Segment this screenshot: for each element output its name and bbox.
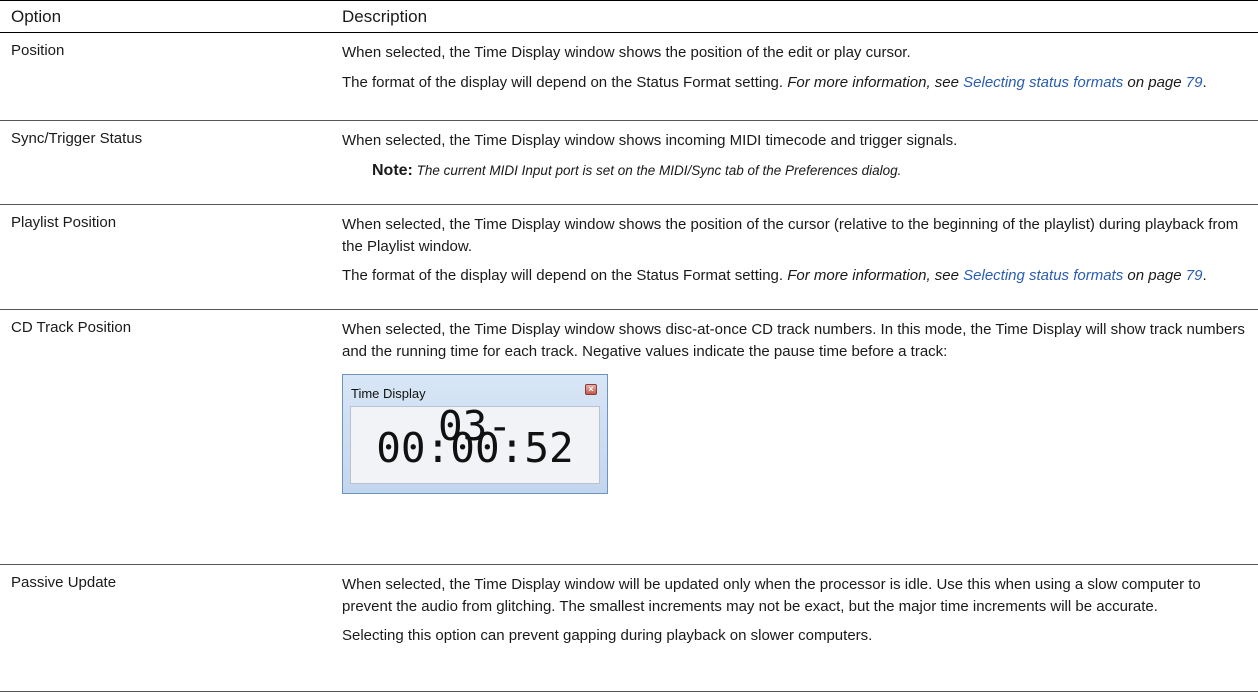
description-text: When selected, the Time Display window s… [342, 216, 1239, 255]
header-description: Description [342, 7, 428, 26]
time-display-window: Time Display × 03-00:00:52 [342, 374, 608, 494]
table-header: Option Description [0, 0, 1258, 33]
option-description: When selected, the Time Display window s… [342, 42, 1246, 93]
description-text: Selecting this option can prevent gappin… [342, 627, 873, 644]
table-row-sync-trigger: Sync/Trigger Status When selected, the T… [0, 121, 1258, 205]
link-page[interactable]: 79 [1186, 267, 1203, 284]
description-text: When selected, the Time Display window s… [342, 44, 911, 61]
table-row-position: Position When selected, the Time Display… [0, 33, 1258, 121]
note-label: Note: [372, 161, 413, 179]
header-option: Option [11, 7, 62, 26]
description-text: The format of the display will depend on… [342, 73, 1207, 91]
description-text: When selected, the Time Display window s… [342, 321, 1245, 360]
time-display-title: Time Display [351, 386, 426, 401]
close-icon[interactable]: × [585, 384, 597, 395]
option-description: When selected, the Time Display window s… [342, 130, 1246, 181]
table-row-cd-track-position: CD Track Position When selected, the Tim… [0, 310, 1258, 565]
description-text: The format of the display will depend on… [342, 267, 1207, 284]
link-selecting-status-formats[interactable]: Selecting status formats [963, 74, 1123, 91]
description-text: When selected, the Time Display window s… [342, 132, 958, 149]
option-name: Playlist Position [11, 214, 117, 231]
table-row-playlist-position: Playlist Position When selected, the Tim… [0, 205, 1258, 310]
table-row-passive-update: Passive Update When selected, the Time D… [0, 565, 1258, 692]
time-display-screen: 03-00:00:52 [350, 406, 600, 484]
description-text: When selected, the Time Display window w… [342, 576, 1201, 615]
time-readout: 03-00:00:52 [376, 402, 574, 472]
link-page[interactable]: 79 [1186, 74, 1203, 91]
options-table: Option Description Position When selecte… [0, 0, 1258, 692]
option-name: Passive Update [11, 574, 117, 591]
option-name: Sync/Trigger Status [11, 130, 143, 147]
option-description: When selected, the Time Display window s… [342, 319, 1246, 494]
note: Note: The current MIDI Input port is set… [372, 161, 902, 179]
option-description: When selected, the Time Display window s… [342, 214, 1246, 287]
option-name: CD Track Position [11, 319, 132, 336]
option-name: Position [11, 42, 65, 59]
option-description: When selected, the Time Display window w… [342, 574, 1246, 647]
link-selecting-status-formats[interactable]: Selecting status formats [963, 267, 1123, 284]
